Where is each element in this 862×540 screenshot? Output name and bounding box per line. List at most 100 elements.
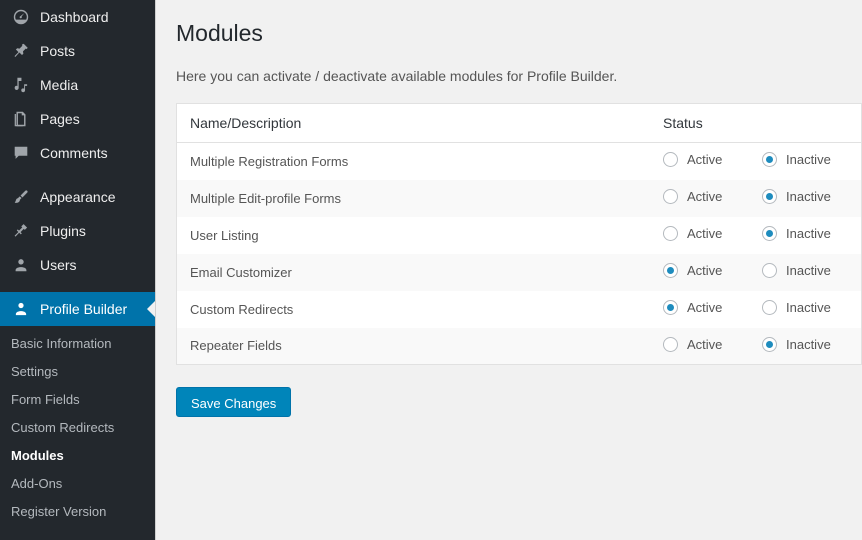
radio-inactive-icon[interactable] (762, 152, 777, 168)
dashboard-icon (11, 7, 31, 27)
modules-table-head: Name/Description Status (176, 103, 862, 143)
media-icon (11, 75, 31, 95)
user-icon (11, 255, 31, 275)
radio-label-inactive: Inactive (786, 263, 831, 278)
submenu-item-modules[interactable]: Modules (0, 442, 155, 470)
module-name: Repeater Fields (190, 338, 282, 354)
submenu-item-add-ons[interactable]: Add-Ons (0, 470, 155, 498)
table-row: Multiple Registration Forms Active Inactiv… (177, 143, 862, 180)
comment-icon (11, 143, 31, 163)
radio-option-inactive[interactable]: Inactive (762, 189, 861, 204)
sidebar-item-appearance[interactable]: Appearance (0, 180, 155, 214)
radio-inactive-icon[interactable] (762, 300, 777, 315)
sidebar-item-plugins[interactable]: Plugins (0, 214, 155, 248)
module-status-cell: Active Inactive (650, 254, 862, 291)
radio-active-icon[interactable] (663, 336, 678, 352)
table-header-row: Name/Description Status (176, 103, 862, 143)
sidebar-item-label: Dashboard (40, 9, 109, 25)
radio-option-active[interactable]: Active (663, 152, 762, 168)
module-name: Custom Redirects (190, 301, 294, 317)
sidebar-menu: Dashboard Posts Media Pages Comments Appearan… (0, 0, 155, 326)
plug-icon (11, 221, 31, 241)
submenu-item-settings[interactable]: Settings (0, 358, 155, 386)
sidebar-separator (0, 282, 155, 292)
radio-option-inactive[interactable]: Inactive (762, 263, 861, 278)
sidebar-item-label: Appearance (40, 189, 116, 205)
user-badge-icon (11, 299, 31, 319)
admin-sidebar: Dashboard Posts Media Pages Comments Appearan… (0, 0, 156, 540)
sidebar-item-dashboard[interactable]: Dashboard (0, 0, 155, 34)
sidebar-item-label: Pages (40, 111, 80, 127)
radio-option-active[interactable]: Active (663, 189, 762, 204)
radio-inactive-icon[interactable] (762, 226, 777, 241)
sidebar-item-users[interactable]: Users (0, 248, 155, 282)
module-name: Email Customizer (190, 264, 292, 280)
radio-option-active[interactable]: Active (663, 226, 762, 241)
sidebar-item-comments[interactable]: Comments (0, 136, 155, 170)
sidebar-item-label: Comments (40, 145, 108, 161)
radio-label-inactive: Inactive (786, 226, 831, 241)
pages-icon (11, 109, 31, 129)
module-status-cell: Active Inactive (650, 291, 862, 328)
sidebar-item-label: Profile Builder (40, 301, 128, 317)
sidebar-separator (0, 170, 155, 180)
column-header-name: Name/Description (176, 103, 650, 143)
submenu-item-basic-information[interactable]: Basic Information (0, 330, 155, 358)
profile-builder-submenu: Basic Information Settings Form Fields Cust… (0, 326, 155, 526)
table-row: Multiple Edit-profile Forms Active Inactiv… (176, 179, 862, 217)
radio-active-icon[interactable] (663, 226, 678, 241)
sidebar-item-label: Media (40, 77, 79, 93)
radio-inactive-icon[interactable] (762, 189, 777, 204)
radio-option-inactive[interactable]: Inactive (762, 226, 861, 241)
module-name: Multiple Registration Forms (190, 153, 349, 169)
radio-label-active: Active (687, 263, 723, 278)
radio-label-inactive: Inactive (786, 336, 831, 352)
submenu-item-custom-redirects[interactable]: Custom Redirects (0, 414, 155, 442)
radio-label-inactive: Inactive (786, 189, 831, 204)
module-status-cell: Active Inactive (650, 328, 862, 365)
radio-label-active: Active (687, 226, 723, 241)
radio-label-inactive: Inactive (786, 152, 831, 168)
sidebar-item-pages[interactable]: Pages (0, 102, 155, 136)
column-header-status: Status (650, 103, 862, 143)
page-description: Here you can activate / deactivate avail… (176, 68, 618, 84)
submenu-item-register-version[interactable]: Register Version (0, 498, 155, 526)
module-status-cell: Active Inactive (650, 217, 862, 254)
sidebar-item-label: Users (40, 257, 77, 273)
pin-icon (11, 41, 31, 61)
table-row: Email Customizer Active Inactive (176, 253, 862, 291)
table-row: Custom Redirects Active Inactive (177, 291, 862, 328)
radio-inactive-icon[interactable] (762, 336, 777, 352)
radio-label-inactive: Inactive (786, 300, 831, 315)
radio-option-inactive[interactable]: Inactive (762, 152, 861, 168)
radio-inactive-icon[interactable] (762, 263, 777, 278)
radio-option-inactive[interactable]: Inactive (762, 300, 861, 315)
sidebar-item-media[interactable]: Media (0, 68, 155, 102)
sidebar-item-profile-builder[interactable]: Profile Builder (0, 292, 155, 326)
save-changes-button[interactable]: Save Changes (176, 387, 292, 417)
radio-active-icon[interactable] (663, 263, 678, 278)
modules-table-body: Multiple Registration Forms Active Inactiv… (176, 143, 862, 365)
table-row: Repeater Fields Active Inactive (176, 327, 862, 365)
radio-option-inactive[interactable]: Inactive (762, 336, 861, 352)
sidebar-item-label: Posts (40, 43, 76, 59)
radio-active-icon[interactable] (663, 300, 678, 315)
radio-option-active[interactable]: Active (663, 263, 762, 278)
modules-table: Name/Description Status Multiple Registr… (176, 103, 862, 365)
radio-active-icon[interactable] (663, 189, 678, 204)
radio-label-active: Active (687, 336, 723, 352)
radio-option-active[interactable]: Active (663, 336, 762, 352)
main-content: Modules Here you can activate / deactiva… (156, 0, 862, 540)
radio-label-active: Active (687, 152, 723, 168)
submit-area: Save Changes (176, 387, 862, 417)
radio-active-icon[interactable] (663, 152, 678, 168)
sidebar-item-label: Plugins (40, 223, 86, 239)
sidebar-item-posts[interactable]: Posts (0, 34, 155, 68)
radio-option-active[interactable]: Active (663, 300, 762, 315)
active-menu-arrow-icon (147, 301, 155, 317)
radio-label-active: Active (687, 189, 723, 204)
submenu-item-form-fields[interactable]: Form Fields (0, 386, 155, 414)
table-row: User Listing Active Inactive (177, 217, 862, 254)
radio-label-active: Active (687, 300, 723, 315)
module-name: User Listing (190, 227, 259, 243)
